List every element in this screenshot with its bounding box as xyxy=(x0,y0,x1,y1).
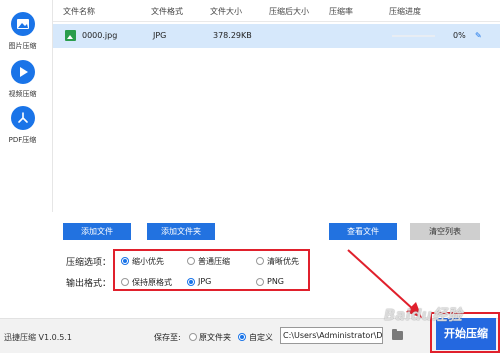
clear-list-button[interactable]: 清空列表 xyxy=(410,223,480,240)
sidebar-item-label: 视频压缩 xyxy=(8,90,37,98)
compress-options-label: 压缩选项： xyxy=(66,258,112,268)
column-header-name: 文件名称 xyxy=(63,7,95,16)
radio-save-custom[interactable] xyxy=(238,333,246,341)
table-header: 文件名称 文件格式 文件大小 压缩后大小 压缩率 压缩进度 xyxy=(53,0,500,22)
progress-bar xyxy=(392,35,435,37)
save-path-input[interactable]: C:\Users\Administrator\De xyxy=(280,327,383,344)
watermark: Baidu经验 xyxy=(384,306,463,324)
output-format-label: 输出格式： xyxy=(66,279,112,289)
sidebar-item-pdf-compress[interactable]: PDF压缩 xyxy=(0,106,45,145)
image-icon xyxy=(10,12,35,36)
radio-label[interactable]: 原文件夹 xyxy=(199,332,231,343)
view-files-button[interactable]: 查看文件 xyxy=(329,223,397,240)
add-file-button[interactable]: 添加文件 xyxy=(63,223,131,240)
radio-save-original-folder[interactable] xyxy=(189,333,197,341)
sidebar-item-label: 图片压缩 xyxy=(8,42,37,50)
table-row[interactable]: 0000.jpg JPG 378.29KB 0% ✎ xyxy=(53,24,500,48)
file-size: 378.29KB xyxy=(213,31,252,40)
progress-text: 0% xyxy=(453,31,466,40)
sidebar-item-video-compress[interactable]: 视频压缩 xyxy=(0,60,45,99)
column-header-ratio: 压缩率 xyxy=(329,7,353,16)
radio-label[interactable]: 自定义 xyxy=(249,332,273,343)
version-label: 迅捷压缩 V1.0.5.1 xyxy=(4,333,73,342)
folder-icon[interactable] xyxy=(392,329,403,340)
sidebar: 图片压缩 视频压缩 PDF压缩 xyxy=(0,0,45,318)
options-highlight-box xyxy=(113,249,310,291)
column-header-compressed-size: 压缩后大小 xyxy=(269,7,309,16)
sidebar-item-label: PDF压缩 xyxy=(8,136,37,144)
sidebar-item-image-compress[interactable]: 图片压缩 xyxy=(0,12,45,51)
add-folder-button[interactable]: 添加文件夹 xyxy=(147,223,215,240)
pdf-icon xyxy=(10,106,35,130)
column-header-size: 文件大小 xyxy=(210,7,242,16)
file-table: 文件名称 文件格式 文件大小 压缩后大小 压缩率 压缩进度 0000.jpg J… xyxy=(52,0,500,212)
file-format: JPG xyxy=(153,31,167,40)
save-to-label: 保存至: xyxy=(154,333,181,342)
play-icon xyxy=(10,60,35,84)
file-name: 0000.jpg xyxy=(82,31,118,40)
image-file-icon xyxy=(65,30,76,41)
column-header-format: 文件格式 xyxy=(151,7,183,16)
column-header-progress: 压缩进度 xyxy=(389,7,421,16)
delete-icon[interactable]: ✎ xyxy=(475,31,482,40)
